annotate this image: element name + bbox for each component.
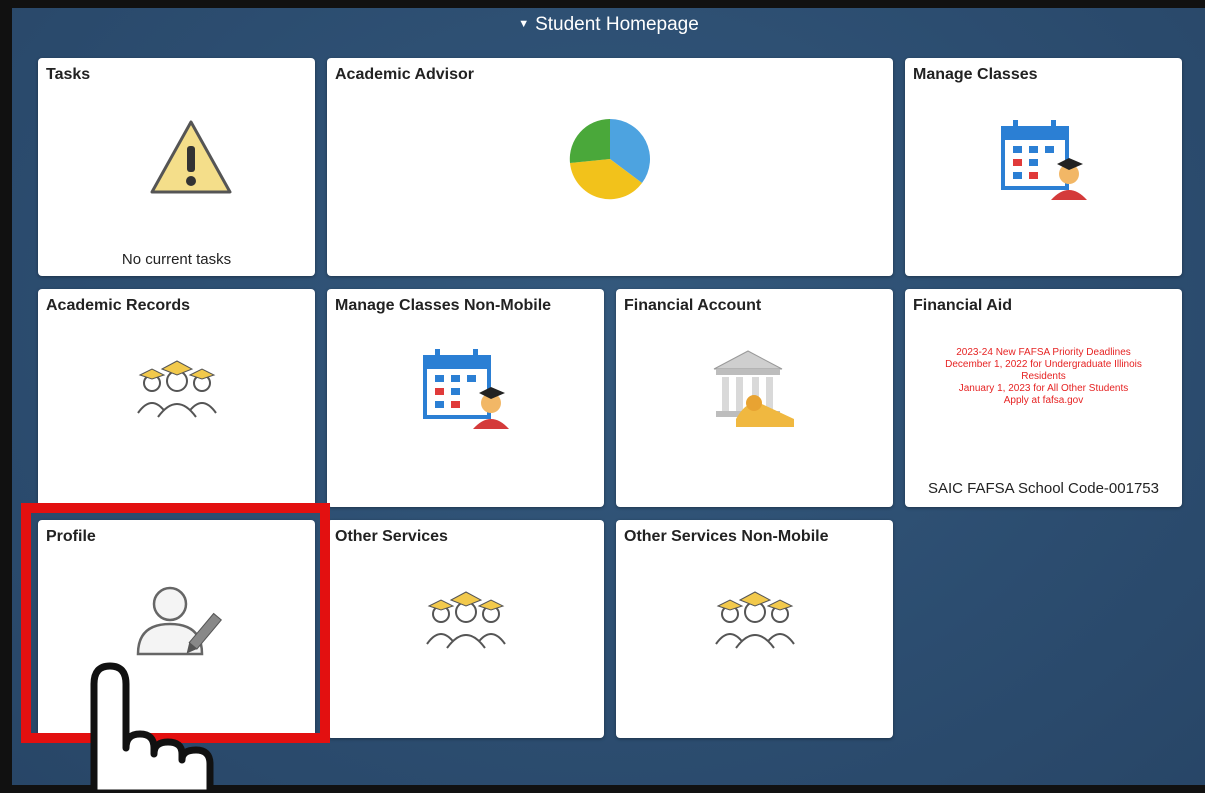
tile-title: Tasks [46, 66, 91, 83]
graduates-icon [137, 360, 217, 418]
tile-title: Financial Account [624, 297, 762, 314]
notice-line: Residents [1021, 371, 1066, 382]
tile-tasks[interactable]: Tasks No current tasks [38, 58, 315, 276]
tile-title: Other Services [335, 528, 448, 545]
tile-financial-aid[interactable]: Financial Aid 2023-24 New FAFSA Priority… [905, 289, 1182, 507]
tile-other-services-non-mobile[interactable]: Other Services Non-Mobile [616, 520, 893, 738]
notice-line: January 1, 2023 for All Other Students [958, 383, 1129, 394]
tile-academic-advisor[interactable]: Academic Advisor [327, 58, 893, 276]
tile-title: Academic Records [46, 297, 191, 314]
pie-chart-icon [569, 118, 650, 200]
page-title[interactable]: ▼ Student Homepage [12, 14, 1205, 36]
tile-academic-records[interactable]: Academic Records [38, 289, 315, 507]
fafsa-school-code: SAIC FAFSA School Code-001753 [928, 480, 1159, 497]
calendar-student-icon [1001, 120, 1087, 200]
notice-line: December 1, 2022 for Undergraduate Illin… [945, 359, 1142, 370]
tile-manage-classes[interactable]: Manage Classes [905, 58, 1182, 276]
fafsa-deadline-notice[interactable]: 2023-24 New FAFSA Priority Deadlines Dec… [921, 347, 1166, 407]
tasks-status: No current tasks [121, 251, 232, 268]
tile-title: Financial Aid [913, 297, 1012, 314]
pointing-hand-icon [90, 662, 214, 793]
tile-title: Manage Classes Non-Mobile [335, 297, 552, 314]
graduates-icon [715, 591, 795, 649]
tile-title: Academic Advisor [335, 66, 475, 83]
page-title-text: Student Homepage [535, 14, 699, 35]
notice-line: 2023-24 New FAFSA Priority Deadlines [956, 347, 1131, 358]
caret-down-icon: ▼ [518, 18, 530, 30]
bank-icon [713, 350, 794, 427]
tile-financial-account[interactable]: Financial Account [616, 289, 893, 507]
tile-manage-classes-non-mobile[interactable]: Manage Classes Non-Mobile [327, 289, 604, 507]
tile-title: Other Services Non-Mobile [624, 528, 829, 545]
calendar-student-icon [423, 349, 509, 429]
tile-other-services[interactable]: Other Services [327, 520, 604, 738]
graduates-icon [426, 591, 506, 649]
warning-icon [150, 120, 232, 194]
tile-title: Manage Classes [913, 66, 1038, 83]
notice-line: Apply at fafsa.gov [1003, 395, 1084, 406]
